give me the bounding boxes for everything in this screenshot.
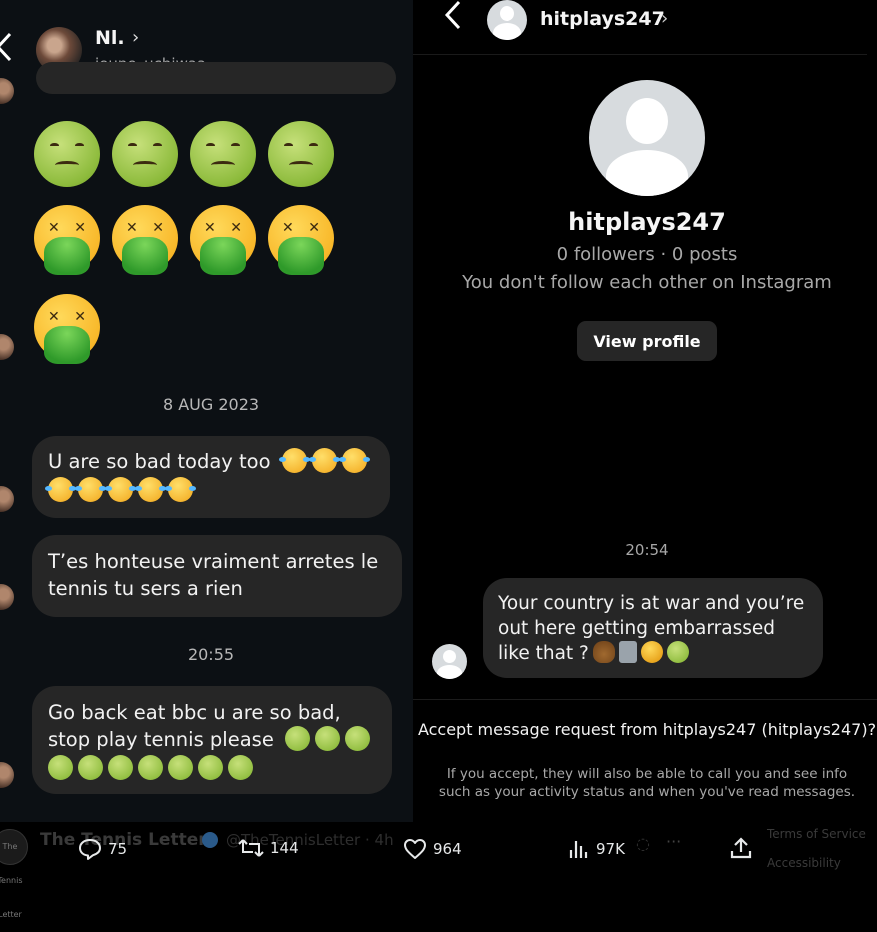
laughing-tears-emoji — [338, 448, 370, 473]
message-text: T’es honteuse vraiment arretes le tennis… — [48, 550, 379, 600]
nauseated-face-emoji — [112, 121, 178, 187]
poop-emoji — [592, 641, 615, 663]
emoji-row: ✕ ✕ ✕ ✕ ✕ ✕ ✕ ✕ — [34, 205, 334, 275]
sender-avatar — [0, 584, 14, 610]
more-options-icon[interactable]: ··· — [666, 832, 681, 851]
header-username[interactable]: hitplays247 — [540, 8, 665, 30]
laughing-tears-emoji — [308, 448, 340, 473]
divider — [413, 54, 867, 55]
nauseated-face-emoji — [198, 755, 223, 780]
wastebasket-emoji — [618, 641, 637, 663]
laughing-tears-emoji — [165, 477, 196, 502]
emoji-row: ✕ ✕ — [34, 294, 100, 364]
message-bubble[interactable]: U are so bad today too — [32, 436, 390, 518]
profile-avatar[interactable] — [589, 80, 705, 196]
chevron-right-icon[interactable]: › — [661, 8, 668, 29]
repost-button[interactable]: 144 — [238, 838, 299, 858]
vomiting-face-emoji: ✕ ✕ — [268, 205, 334, 275]
accept-request-title: Accept message request from hitplays247 … — [417, 720, 877, 739]
nauseated-face-emoji — [168, 755, 193, 780]
repost-icon — [238, 838, 264, 858]
sender-avatar — [0, 486, 14, 512]
right-dm-panel: hitplays247 › hitplays247 0 followers · … — [413, 0, 877, 822]
view-count: 97K — [596, 840, 625, 858]
follow-status-note: You don't follow each other on Instagram — [462, 272, 832, 293]
nauseated-face-emoji — [268, 121, 334, 187]
reply-count: 75 — [108, 840, 128, 858]
date-separator: 8 AUG 2023 — [162, 395, 260, 414]
emoji-line — [43, 477, 374, 504]
nauseated-face-emoji — [34, 121, 100, 187]
previous-message-bubble — [36, 62, 396, 94]
vomiting-face-emoji — [640, 641, 663, 663]
nauseated-face-emoji — [190, 121, 256, 187]
view-profile-button[interactable]: View profile — [577, 321, 717, 361]
share-button[interactable] — [730, 836, 752, 860]
default-avatar-icon[interactable] — [487, 0, 527, 40]
tweet-action-bar: The Tennis Letter The Tennis Letter @The… — [0, 822, 877, 919]
like-count: 964 — [433, 840, 462, 858]
heart-icon — [403, 838, 427, 860]
contact-name[interactable]: Nl. — [95, 27, 125, 49]
vomiting-face-emoji: ✕ ✕ — [112, 205, 178, 275]
sender-avatar — [0, 762, 14, 788]
share-icon — [730, 836, 752, 860]
reply-icon — [78, 838, 102, 860]
vomiting-face-emoji: ✕ ✕ — [34, 205, 100, 275]
nauseated-face-emoji — [138, 755, 163, 780]
message-bubble[interactable]: Your country is at war and you’re out he… — [483, 578, 823, 678]
terms-link[interactable]: Terms of Service — [767, 827, 866, 841]
laughing-tears-emoji — [105, 477, 136, 502]
repost-count: 144 — [270, 839, 299, 857]
message-bubble[interactable]: T’es honteuse vraiment arretes le tennis… — [32, 535, 402, 617]
time-separator: 20:55 — [187, 645, 235, 664]
laughing-tears-emoji — [135, 477, 166, 502]
vomiting-face-emoji: ✕ ✕ — [34, 294, 100, 364]
sender-avatar — [0, 78, 14, 104]
accessibility-link[interactable]: Accessibility — [767, 856, 841, 870]
nauseated-face-emoji — [345, 726, 371, 751]
nauseated-face-emoji — [228, 755, 253, 780]
nauseated-face-emoji — [78, 755, 103, 780]
laughing-tears-emoji — [278, 448, 310, 473]
message-text: U are so bad today too — [48, 450, 271, 473]
emoji-row — [34, 121, 334, 187]
chevron-left-icon[interactable] — [441, 0, 463, 41]
divider — [413, 699, 877, 700]
views-button[interactable]: 97K — [568, 838, 625, 860]
accept-request-subtitle: If you accept, they will also be able to… — [438, 766, 856, 800]
nauseated-face-emoji — [48, 755, 73, 780]
sender-avatar — [0, 334, 14, 360]
verified-badge-icon — [202, 832, 218, 848]
time-separator: 20:54 — [625, 541, 669, 559]
message-bubble[interactable]: Go back eat bbc u are so bad, stop play … — [32, 686, 392, 794]
profile-name: hitplays247 — [568, 208, 726, 236]
emoji-line — [43, 755, 376, 782]
vomiting-face-emoji: ✕ ✕ — [190, 205, 256, 275]
left-dm-panel: Nl. › jeune_uchiwaa ✕✕ ✕✕ ✕✕ ✕✕ ✕✕ 8 AUG… — [0, 0, 413, 822]
laughing-tears-emoji — [45, 477, 76, 502]
laughing-tears-emoji — [75, 477, 106, 502]
nauseated-face-emoji — [285, 726, 311, 751]
grok-icon[interactable]: ◌ — [636, 834, 650, 853]
nauseated-face-emoji — [315, 726, 341, 751]
like-button[interactable]: 964 — [403, 838, 462, 860]
reply-button[interactable]: 75 — [78, 838, 127, 860]
author-avatar[interactable]: The Tennis Letter — [0, 829, 28, 919]
bar-chart-icon — [568, 838, 590, 860]
chevron-left-icon[interactable] — [0, 30, 14, 73]
nauseated-face-emoji — [108, 755, 133, 780]
nauseated-face-emoji — [666, 641, 689, 663]
default-avatar-icon — [432, 644, 467, 679]
profile-stats: 0 followers · 0 posts — [556, 244, 738, 265]
chevron-right-icon[interactable]: › — [132, 27, 139, 48]
